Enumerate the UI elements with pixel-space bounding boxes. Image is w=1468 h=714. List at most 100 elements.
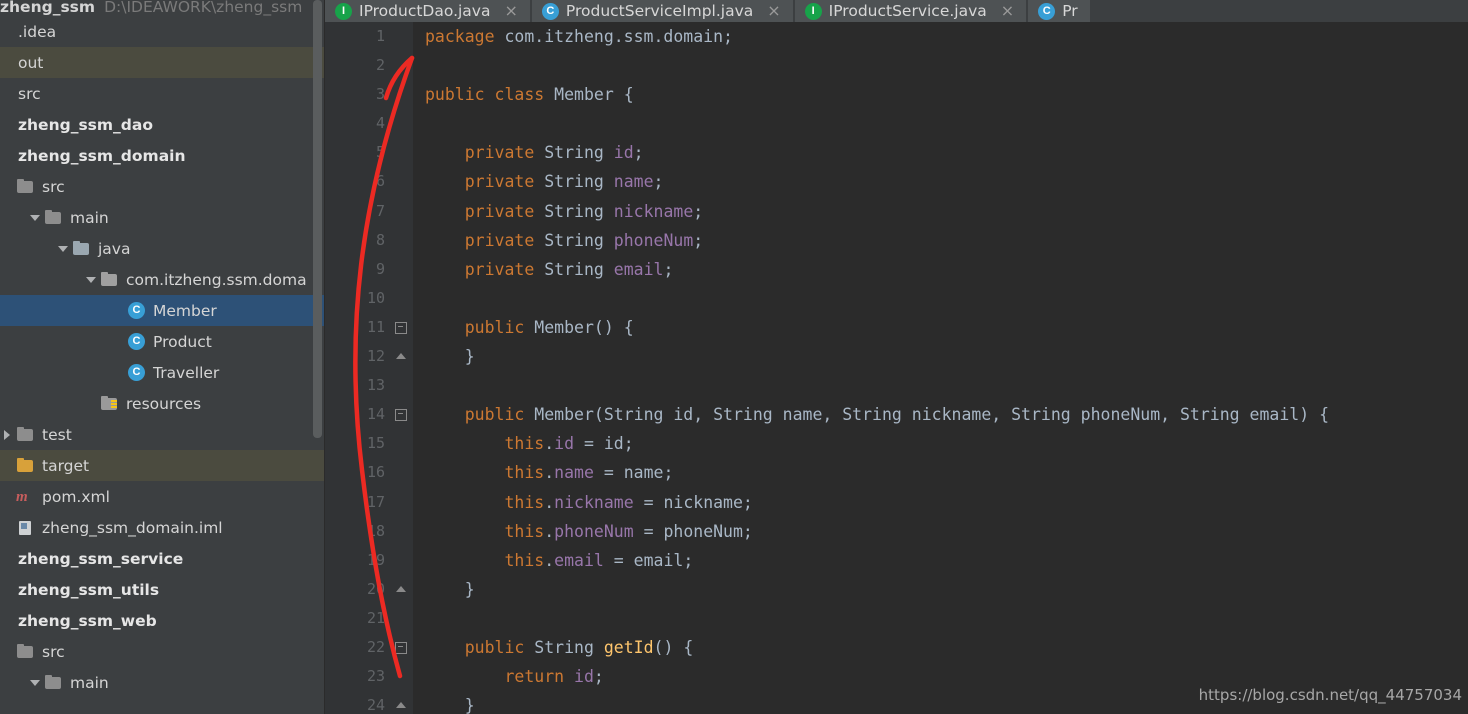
project-tree[interactable]: .idea out src zheng_ssm_dao zheng_ssm_domain… <box>0 16 325 698</box>
project-tree-sidebar[interactable]: zheng_ssm D:\IDEAWORK\zheng_ssm .idea out… <box>0 0 325 714</box>
code-line[interactable]: private String email; <box>425 255 1468 284</box>
line-number-gutter: 1 2 3 4 5 6 7 8 9 10 11 12 13 14 15 16 17 18 19 20 21 22 23 24 <box>325 22 413 714</box>
editor-tab-pr[interactable]: Pr <box>1028 0 1090 22</box>
close-icon[interactable]: × <box>504 3 517 19</box>
tree-item-java[interactable]: java <box>0 233 325 264</box>
editor-tab-iproductdao-java[interactable]: IProductDao.java × <box>325 0 530 22</box>
tree-item-out[interactable]: out <box>0 47 325 78</box>
tree-arrow-spacer <box>0 613 16 629</box>
chevron-down-icon[interactable] <box>56 241 72 257</box>
code-fold-bot-icon[interactable] <box>394 699 407 712</box>
tree-item-member[interactable]: Member <box>0 295 325 326</box>
tree-item-zheng-ssm-service[interactable]: zheng_ssm_service <box>0 543 325 574</box>
tree-item-src[interactable]: src <box>0 78 325 109</box>
code-line[interactable] <box>425 284 1468 313</box>
tree-item-com-itzheng-ssm-doma[interactable]: com.itzheng.ssm.doma <box>0 264 325 295</box>
line-number: 15 <box>366 434 385 453</box>
chevron-down-icon[interactable] <box>84 272 100 288</box>
code-line[interactable] <box>425 604 1468 633</box>
code-line[interactable] <box>425 51 1468 80</box>
code-line[interactable]: this.id = id; <box>425 429 1468 458</box>
project-root-row[interactable]: zheng_ssm D:\IDEAWORK\zheng_ssm <box>0 0 325 16</box>
tree-item-zheng-ssm-domain[interactable]: zheng_ssm_domain <box>0 140 325 171</box>
tree-item-zheng-ssm-dao[interactable]: zheng_ssm_dao <box>0 109 325 140</box>
tree-item-test[interactable]: test <box>0 419 325 450</box>
line-number: 13 <box>366 376 385 395</box>
code-line[interactable]: this.email = email; <box>425 546 1468 575</box>
code-line[interactable]: this.phoneNum = phoneNum; <box>425 517 1468 546</box>
tree-item-main[interactable]: main <box>0 667 325 698</box>
tree-item-src[interactable]: src <box>0 636 325 667</box>
chevron-right-icon[interactable] <box>0 427 16 443</box>
close-icon[interactable]: × <box>767 3 780 19</box>
code-area[interactable]: 1 2 3 4 5 6 7 8 9 10 11 12 13 14 15 16 17 18 19 20 21 22 23 24 … <box>325 22 1468 714</box>
code-line[interactable]: package com.itzheng.ssm.domain; <box>425 22 1468 51</box>
tree-item-label: java <box>98 239 131 258</box>
code-content[interactable]: package com.itzheng.ssm.domain; public cl… <box>413 22 1468 714</box>
code-line[interactable]: public Member(String id, String name, St… <box>425 400 1468 429</box>
tree-item-label: .idea <box>18 22 57 41</box>
code-line[interactable]: private String phoneNum; <box>425 226 1468 255</box>
line-number: 18 <box>366 521 385 540</box>
tree-item-zheng-ssm-web[interactable]: zheng_ssm_web <box>0 605 325 636</box>
tree-item-zheng-ssm-domain-iml[interactable]: zheng_ssm_domain.iml <box>0 512 325 543</box>
tree-item-label: pom.xml <box>42 487 110 506</box>
tree-item-traveller[interactable]: Traveller <box>0 357 325 388</box>
code-line[interactable]: this.nickname = nickname; <box>425 488 1468 517</box>
tree-item-zheng-ssm-utils[interactable]: zheng_ssm_utils <box>0 574 325 605</box>
line-number: 10 <box>366 288 385 307</box>
code-line[interactable]: public Member() { <box>425 313 1468 342</box>
java-class-icon <box>1038 2 1056 20</box>
code-line[interactable]: } <box>425 342 1468 371</box>
folder-icon <box>16 426 36 443</box>
line-number: 19 <box>366 550 385 569</box>
folder-pkg-icon <box>100 271 120 288</box>
tree-item-target[interactable]: target <box>0 450 325 481</box>
chevron-down-icon[interactable] <box>28 210 44 226</box>
tree-arrow-spacer <box>112 303 128 319</box>
code-line[interactable]: private String nickname; <box>425 197 1468 226</box>
code-line[interactable]: this.name = name; <box>425 458 1468 487</box>
line-number: 4 <box>375 114 385 133</box>
folder-icon <box>44 674 64 691</box>
folder-target-icon <box>16 457 36 474</box>
tree-item-label: src <box>18 84 41 103</box>
code-line[interactable] <box>425 371 1468 400</box>
editor-tab-iproductservice-java[interactable]: IProductService.java × <box>794 0 1027 22</box>
code-line[interactable]: } <box>425 575 1468 604</box>
close-icon[interactable]: × <box>1001 3 1014 19</box>
tree-arrow-spacer <box>84 396 100 412</box>
sidebar-scrollbar[interactable] <box>313 0 322 438</box>
tree-item-resources[interactable]: resources <box>0 388 325 419</box>
code-line[interactable]: public String getId() { <box>425 633 1468 662</box>
java-interface-icon <box>804 2 822 20</box>
folder-src-icon <box>72 240 92 257</box>
tree-item-main[interactable]: main <box>0 202 325 233</box>
editor-tab-label: IProductDao.java <box>359 2 491 20</box>
tree-arrow-spacer <box>0 55 16 71</box>
code-fold-bot-icon[interactable] <box>394 350 407 363</box>
code-line[interactable]: public class Member { <box>425 80 1468 109</box>
java-class-icon <box>128 363 146 382</box>
code-line[interactable]: private String name; <box>425 167 1468 196</box>
tree-item-pom-xml[interactable]: m pom.xml <box>0 481 325 512</box>
code-fold-bot-icon[interactable] <box>394 583 407 596</box>
tree-item-product[interactable]: Product <box>0 326 325 357</box>
code-line[interactable]: private String id; <box>425 138 1468 167</box>
ide-window: zheng_ssm D:\IDEAWORK\zheng_ssm .idea out… <box>0 0 1468 714</box>
tree-item-label: src <box>42 642 65 661</box>
editor-panel: IProductDao.java×ProductServiceImpl.java… <box>325 0 1468 714</box>
tree-item-label: zheng_ssm_utils <box>18 580 160 599</box>
tree-item-label: src <box>42 177 65 196</box>
tree-item-idea[interactable]: .idea <box>0 16 325 47</box>
code-fold-top-icon[interactable] <box>394 321 407 334</box>
editor-tabbar[interactable]: IProductDao.java×ProductServiceImpl.java… <box>325 0 1468 22</box>
java-class-icon <box>541 2 559 20</box>
tree-item-label: resources <box>126 394 202 413</box>
editor-tab-productserviceimpl-java[interactable]: ProductServiceImpl.java × <box>531 0 793 22</box>
code-line[interactable] <box>425 109 1468 138</box>
code-fold-top-icon[interactable] <box>394 408 407 422</box>
chevron-down-icon[interactable] <box>28 675 44 691</box>
code-fold-top-icon[interactable] <box>394 641 407 655</box>
tree-item-src[interactable]: src <box>0 171 325 202</box>
